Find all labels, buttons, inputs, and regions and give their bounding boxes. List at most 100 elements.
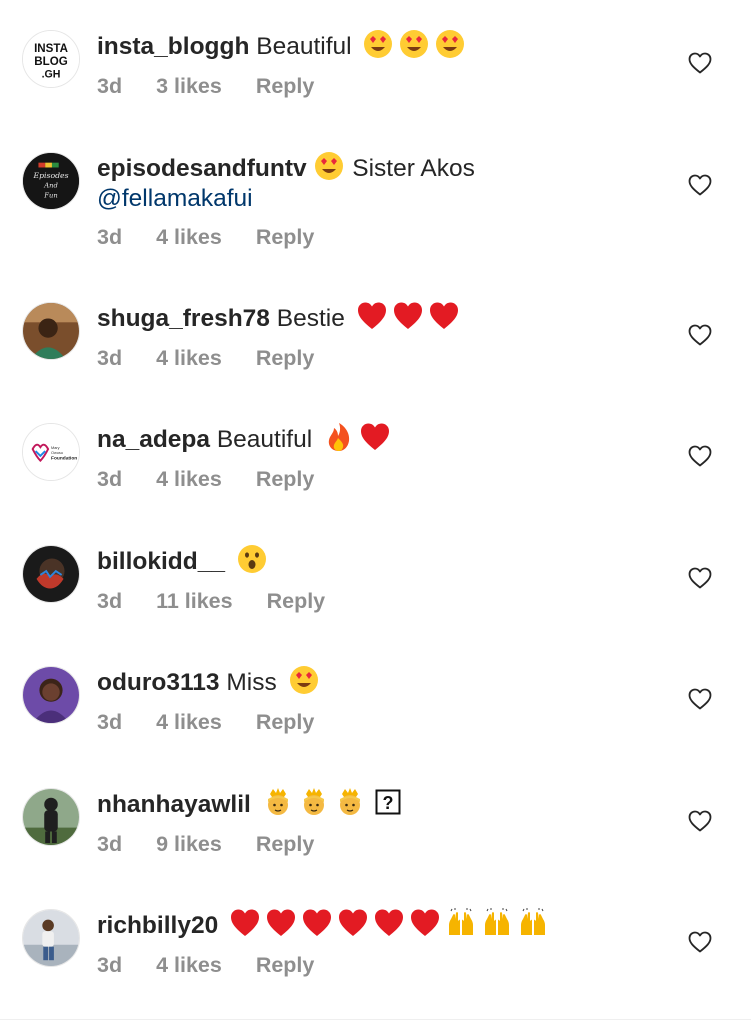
red-heart-emoji-icon — [229, 907, 261, 939]
red-heart-emoji-icon — [301, 907, 333, 939]
comment-body: Bestie — [276, 305, 345, 332]
comment-time: 3d — [97, 74, 123, 98]
comment-username[interactable]: shuga_fresh78 — [97, 305, 270, 332]
comment-meta: 3d 3 likes Reply — [97, 74, 342, 99]
heart-outline-icon[interactable] — [688, 445, 712, 467]
comment-likes[interactable]: 4 likes — [156, 953, 222, 977]
raising-hands-emoji-icon — [481, 907, 513, 939]
comment-username[interactable]: billokidd__ — [97, 548, 225, 575]
heart-eyes-emoji-icon — [434, 28, 466, 60]
comment-time: 3d — [97, 832, 123, 856]
red-heart-emoji-icon — [337, 907, 369, 939]
heart-outline-icon[interactable] — [688, 52, 712, 74]
comment-likes[interactable]: 4 likes — [156, 346, 222, 370]
comment-meta: 3d 4 likes Reply — [97, 467, 342, 492]
heart-outline-icon[interactable] — [688, 567, 712, 589]
comment-meta: 3d 4 likes Reply — [97, 953, 342, 978]
heart-outline-icon[interactable] — [688, 174, 712, 196]
red-heart-emoji-icon — [428, 300, 460, 332]
comment-likes[interactable]: 4 likes — [156, 467, 222, 491]
reply-button[interactable]: Reply — [256, 832, 315, 856]
comment-body: Miss — [226, 669, 277, 696]
reply-button[interactable]: Reply — [256, 346, 315, 370]
raising-hands-emoji-icon — [445, 907, 477, 939]
comment-meta: 3d 4 likes Reply — [97, 346, 342, 371]
comment-time: 3d — [97, 953, 123, 977]
raising-hands-emoji-icon — [517, 907, 549, 939]
comment-likes[interactable]: 4 likes — [156, 225, 222, 249]
comment-text: na_adepa Beautiful — [97, 421, 677, 455]
comment-time: 3d — [97, 225, 123, 249]
comment-username[interactable]: nhanhayawlil — [97, 791, 251, 818]
comment-text: billokidd__ — [97, 543, 677, 577]
comment-likes[interactable]: 4 likes — [156, 710, 222, 734]
comment-body: Beautiful — [256, 33, 352, 60]
comment-time: 3d — [97, 467, 123, 491]
comment-username[interactable]: oduro3113 — [97, 669, 220, 696]
reply-button[interactable]: Reply — [256, 953, 315, 977]
comment-time: 3d — [97, 589, 123, 613]
princess-emoji-icon — [262, 786, 294, 818]
comment-likes[interactable]: 11 likes — [156, 589, 233, 613]
svg-text:.GH: .GH — [42, 68, 61, 80]
svg-text:?: ? — [382, 793, 393, 813]
svg-text:Owusu: Owusu — [51, 451, 63, 455]
heart-outline-icon[interactable] — [688, 810, 712, 832]
comment-body: Sister Akos — [352, 155, 475, 182]
comment-username[interactable]: episodesandfuntv — [97, 155, 307, 182]
reply-button[interactable]: Reply — [256, 74, 315, 98]
red-heart-emoji-icon — [373, 907, 405, 939]
comment-username[interactable]: na_adepa — [97, 426, 210, 453]
svg-text:Foundation: Foundation — [51, 456, 77, 462]
avatar[interactable]: Episodes And Fun — [22, 152, 80, 210]
comment-likes[interactable]: 3 likes — [156, 74, 222, 98]
red-heart-emoji-icon — [265, 907, 297, 939]
red-heart-emoji-icon — [356, 300, 388, 332]
comment-meta: 3d 4 likes Reply — [97, 225, 342, 250]
avatar[interactable]: Mary Owusu Foundation — [22, 423, 80, 481]
heart-eyes-emoji-icon — [398, 28, 430, 60]
avatar[interactable] — [22, 545, 80, 603]
comment-text: insta_bloggh Beautiful — [97, 28, 677, 62]
svg-text:INSTA: INSTA — [34, 43, 69, 55]
unknown-glyph-icon: ? — [372, 786, 401, 818]
heart-outline-icon[interactable] — [688, 324, 712, 346]
comment-meta: 3d 4 likes Reply — [97, 710, 342, 735]
svg-text:BLOG: BLOG — [34, 56, 67, 68]
comment-meta: 3d 11 likes Reply — [97, 589, 353, 614]
princess-emoji-icon — [334, 786, 366, 818]
avatar[interactable] — [22, 302, 80, 360]
heart-eyes-emoji-icon — [362, 28, 394, 60]
svg-text:Mary: Mary — [51, 446, 60, 450]
avatar[interactable]: INSTA BLOG .GH — [22, 30, 80, 88]
reply-button[interactable]: Reply — [256, 710, 315, 734]
comment-text: oduro3113 Miss — [97, 664, 677, 698]
heart-outline-icon[interactable] — [688, 931, 712, 953]
svg-text:Fun: Fun — [43, 191, 57, 199]
avatar[interactable] — [22, 666, 80, 724]
red-heart-emoji-icon — [392, 300, 424, 332]
mention-link[interactable]: @fellamakafui — [97, 185, 253, 212]
comment-time: 3d — [97, 710, 123, 734]
comment-likes[interactable]: 9 likes — [156, 832, 222, 856]
avatar[interactable] — [22, 909, 80, 967]
svg-text:And: And — [43, 182, 58, 190]
comment-meta: 3d 9 likes Reply — [97, 832, 342, 857]
reply-button[interactable]: Reply — [256, 467, 315, 491]
comment-body: Beautiful — [216, 426, 313, 453]
princess-emoji-icon — [298, 786, 330, 818]
comment-text: shuga_fresh78 Bestie — [97, 300, 677, 334]
svg-text:Episodes: Episodes — [32, 171, 68, 180]
comment-username[interactable]: insta_bloggh — [97, 33, 249, 60]
heart-outline-icon[interactable] — [688, 688, 712, 710]
comment-text: nhanhayawlil ? — [97, 786, 677, 820]
comment-username[interactable]: richbilly20 — [97, 912, 218, 939]
heart-eyes-emoji-icon — [313, 150, 345, 182]
red-heart-emoji-icon — [359, 421, 391, 453]
reply-button[interactable]: Reply — [267, 589, 326, 613]
reply-button[interactable]: Reply — [256, 225, 315, 249]
red-heart-emoji-icon — [409, 907, 441, 939]
avatar[interactable] — [22, 788, 80, 846]
heart-eyes-emoji-icon — [288, 664, 320, 696]
divider — [0, 1019, 751, 1020]
